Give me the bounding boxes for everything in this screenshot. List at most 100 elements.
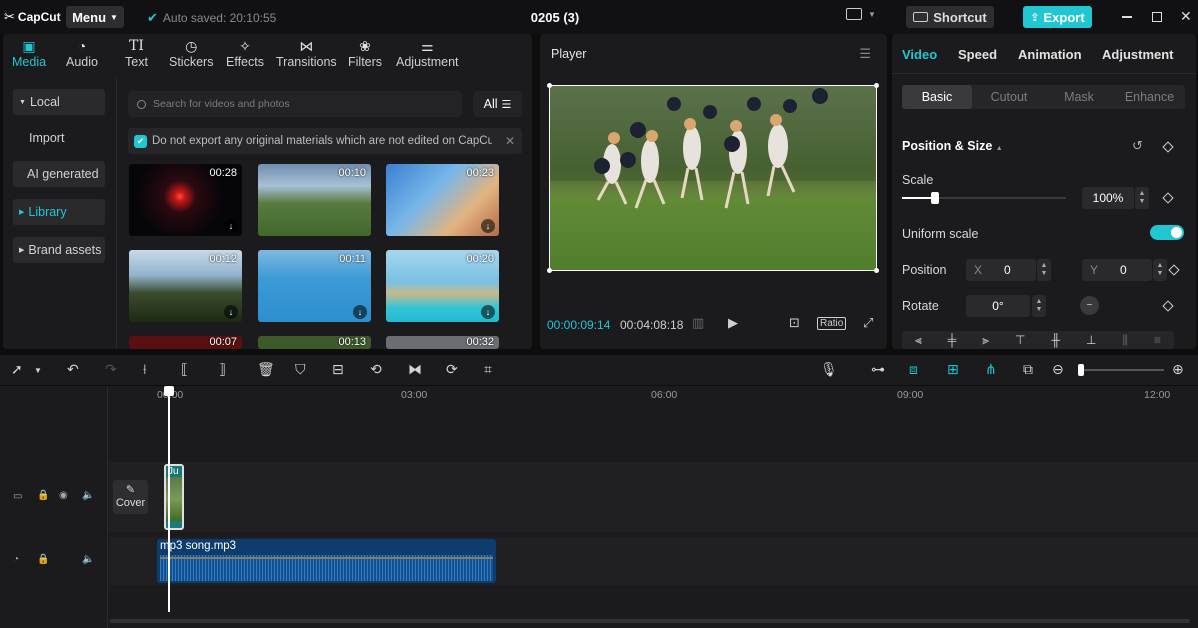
align-bottom-icon[interactable]: ⊥ [1086,333,1096,347]
scale-stepper[interactable]: ▲ ▼ [1135,187,1149,209]
media-thumbnail[interactable]: 00:20 ↓ [386,250,499,322]
speaker-icon[interactable]: 🔈 [82,554,94,565]
timeline-grid-icon[interactable]: ▥ [692,315,704,331]
tab-video[interactable]: Video [902,47,937,62]
crop-icon[interactable]: ⌗ [484,361,492,378]
cover-button[interactable]: ✎ Cover [113,480,148,514]
zoom-slider[interactable] [1078,364,1164,376]
keyframe-icon[interactable] [1162,300,1174,312]
mirror-icon[interactable]: ⧓ [408,361,422,378]
eye-icon[interactable]: ◉ [59,490,68,501]
tab-animation[interactable]: Animation [1018,47,1082,62]
maximize-icon[interactable] [1152,12,1162,22]
tab-effects[interactable]: ✧ Effects [226,37,264,69]
position-size-title[interactable]: Position & Size ▲ [902,139,1003,153]
tab-filters[interactable]: ❀ Filters [348,37,382,69]
layout-icon[interactable] [846,8,862,20]
rotate-input[interactable]: 0° [966,295,1030,317]
resize-handle[interactable] [874,83,879,88]
link-icon[interactable]: ⊶ [871,361,885,378]
split-left-icon[interactable]: ⟦ [181,361,188,378]
media-thumbnail[interactable]: 00:23 ↓ [386,164,499,236]
video-track[interactable] [109,462,1198,532]
download-icon[interactable]: ↓ [481,219,495,233]
video-preview[interactable] [549,85,877,271]
sidebar-item-import[interactable]: Import [13,125,105,151]
align-left-icon[interactable]: ⫷ [915,333,922,348]
playhead[interactable] [164,386,174,612]
tab-media[interactable]: ▣ Media [12,37,46,69]
play-icon[interactable]: ▶ [728,315,738,331]
close-icon[interactable]: ✕ [505,134,515,148]
zoom-slider-knob[interactable] [1078,364,1084,376]
resize-handle[interactable] [874,268,879,273]
export-button[interactable]: ⇪ Export [1023,6,1092,28]
search-input[interactable]: Search for videos and photos [128,91,462,117]
auto-snap-icon[interactable]: ⊞ [947,361,959,378]
split-right-icon[interactable]: ⟧ [219,361,226,378]
shield-icon[interactable]: ⛉ [295,361,306,378]
tab-transitions[interactable]: ⋈ Transitions [276,37,337,69]
project-title[interactable]: 0205 (3) [480,10,630,25]
fullscreen-icon[interactable]: ⤢ [863,315,873,331]
rotate-icon[interactable]: ⟳ [446,361,458,378]
shortcut-button[interactable]: Shortcut [906,6,994,28]
align-top-icon[interactable]: ⊤ [1015,333,1025,347]
scale-slider[interactable] [902,192,1066,204]
speaker-icon[interactable]: 🔈 [82,490,94,501]
screenshot-icon[interactable]: ⊡ [789,315,800,331]
audio-clip[interactable]: mp3 song.mp3 [157,539,496,583]
align-right-icon[interactable]: ⫸ [982,333,989,348]
ratio-button[interactable]: Ratio [817,317,847,330]
undo-icon[interactable]: ↶ [67,361,79,378]
zoom-in-icon[interactable]: ⊕ [1172,361,1184,378]
linkage-icon[interactable]: ⋔ [985,361,997,378]
reset-icon[interactable]: ↺ [1132,138,1143,154]
media-thumbnail[interactable]: 00:13 [258,336,371,349]
select-tool-icon[interactable]: ➚ [11,361,23,378]
rotate-dial-icon[interactable]: − [1080,296,1099,315]
tab-speed[interactable]: Speed [958,47,997,62]
hamburger-icon[interactable]: ☰ [859,46,871,62]
minimize-icon[interactable] [1122,16,1132,18]
download-icon[interactable]: ↓ [353,305,367,319]
keyframe-icon[interactable] [1162,192,1174,204]
keyframe-icon[interactable] [1162,141,1174,153]
download-icon[interactable]: ↓ [224,305,238,319]
sidebar-item-local[interactable]: ▼ Local [13,89,105,115]
scale-input[interactable]: 100% [1082,187,1134,209]
media-thumbnail[interactable]: 00:11 ↓ [258,250,371,322]
subtab-basic[interactable]: Basic [902,85,972,109]
distribute-horizontal-icon[interactable]: ⫼ [1122,333,1128,348]
tab-audio[interactable]: ◔ Audio [66,37,98,69]
sidebar-item-brand-assets[interactable]: ▶ Brand assets [13,237,105,263]
tab-stickers[interactable]: ◷ Stickers [169,37,213,69]
freeze-frame-icon[interactable]: ⊟ [332,361,344,378]
reverse-icon[interactable]: ⟲ [370,361,382,378]
close-icon[interactable]: ✕ [1180,8,1192,25]
lock-icon[interactable]: 🔒 [37,554,49,565]
sidebar-item-ai-generated[interactable]: AI generated [13,161,105,187]
tab-adjustment[interactable]: Adjustment [1102,47,1174,62]
position-x-stepper[interactable]: ▲ ▼ [1037,259,1051,281]
download-icon[interactable]: ↓ [481,305,495,319]
rotate-stepper[interactable]: ▲ ▼ [1032,295,1046,317]
split-icon[interactable]: ⟊ [143,361,147,378]
media-thumbnail[interactable]: 00:07 [129,336,242,349]
redo-icon[interactable]: ↷ [105,361,117,378]
tab-text[interactable]: TI Text [125,37,148,69]
subtab-cutout[interactable]: Cutout [974,85,1044,109]
align-center-icon[interactable]: ╪ [948,333,957,347]
zoom-out-icon[interactable]: ⊖ [1052,361,1064,378]
tab-adjustment[interactable]: ⚌ Adjustment [396,37,459,69]
resize-handle[interactable] [547,268,552,273]
delete-icon[interactable]: 🗑 [257,361,275,378]
chevron-down-icon[interactable]: ▼ [868,10,876,19]
resize-handle[interactable] [547,83,552,88]
download-icon[interactable]: ↓ [224,219,238,233]
media-thumbnail[interactable]: 00:28 ↓ [129,164,242,236]
magnet-snap-icon[interactable]: ⧈ [909,361,918,378]
filter-all-button[interactable]: All ☰ [473,91,522,117]
chevron-down-icon[interactable]: ▼ [34,366,42,375]
preview-axis-icon[interactable]: ⧉ [1023,361,1033,378]
